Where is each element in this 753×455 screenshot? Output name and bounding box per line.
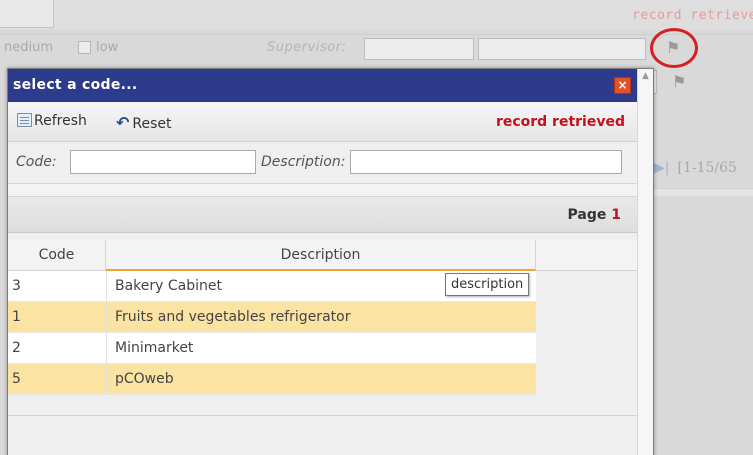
- page-number: 1: [611, 207, 621, 223]
- filter-bar: Code: Description:: [8, 142, 637, 184]
- table-row[interactable]: 5 pCOweb: [8, 364, 536, 395]
- scroll-up-icon[interactable]: ▲: [642, 71, 649, 81]
- column-tooltip: description: [445, 273, 530, 296]
- column-header-code[interactable]: Code: [8, 240, 106, 271]
- dialog-titlebar[interactable]: select a code... ×: [8, 69, 637, 102]
- background-status-text: record retrieve: [632, 8, 753, 23]
- priority-low-checkbox[interactable]: [78, 41, 91, 54]
- select-code-dialog: select a code... × ▲ Refresh ↶ Reset reco…: [7, 68, 654, 455]
- last-page-icon[interactable]: ▶|: [654, 160, 669, 176]
- column-divider: [106, 271, 107, 395]
- code-filter-input[interactable]: [70, 150, 256, 174]
- supervisor-description-input[interactable]: [478, 38, 646, 60]
- background-pager: ▶| [1-15/65: [654, 160, 737, 176]
- priority-medium-label: nedium: [4, 40, 54, 55]
- row-code: 2: [12, 340, 21, 356]
- grid-header: Code Description: [8, 240, 637, 271]
- supervisor-label: Supervisor:: [267, 40, 347, 55]
- row-code: 5: [12, 371, 21, 387]
- reset-label: Reset: [132, 116, 172, 132]
- refresh-button[interactable]: Refresh: [17, 113, 87, 129]
- priority-low-label: low: [96, 40, 119, 55]
- description-filter-input[interactable]: [350, 150, 622, 174]
- page-label: Page: [567, 207, 607, 223]
- filter-gap: [8, 184, 637, 196]
- grid-bottom-border: [8, 415, 637, 416]
- background-pager-range: [1-15/65: [677, 160, 737, 176]
- page-indicator: Page 1: [568, 207, 621, 223]
- row-description: Minimarket: [115, 340, 194, 356]
- dialog-status-text: record retrieved: [495, 114, 625, 130]
- background-top-box: [0, 0, 54, 28]
- row-code: 3: [12, 278, 21, 294]
- refresh-label: Refresh: [34, 113, 87, 129]
- undo-arrow-icon: ↶: [116, 113, 130, 132]
- close-button[interactable]: ×: [614, 77, 631, 94]
- refresh-icon: [17, 113, 32, 127]
- description-filter-label: Description:: [261, 154, 346, 170]
- background-divider: [654, 188, 753, 196]
- row-description: Fruits and vegetables refrigerator: [115, 309, 351, 325]
- row-code: 1: [12, 309, 21, 325]
- supervisor-code-input[interactable]: [364, 38, 474, 60]
- dialog-toolbar: Refresh ↶ Reset record retrieved: [8, 102, 637, 142]
- table-row[interactable]: 2 Minimarket: [8, 333, 536, 364]
- code-filter-label: Code:: [16, 154, 57, 170]
- row-description: pCOweb: [115, 371, 174, 387]
- dialog-title: select a code...: [13, 77, 138, 93]
- reset-button[interactable]: ↶ Reset: [116, 113, 172, 132]
- lookup-icon[interactable]: ⚑: [672, 72, 686, 91]
- column-header-description[interactable]: Description: [106, 240, 536, 271]
- dialog-scrollbar[interactable]: ▲: [637, 69, 653, 455]
- page-bar: Page 1: [8, 196, 637, 233]
- annotation-circle: [650, 28, 698, 68]
- table-row[interactable]: 1 Fruits and vegetables refrigerator: [8, 302, 536, 333]
